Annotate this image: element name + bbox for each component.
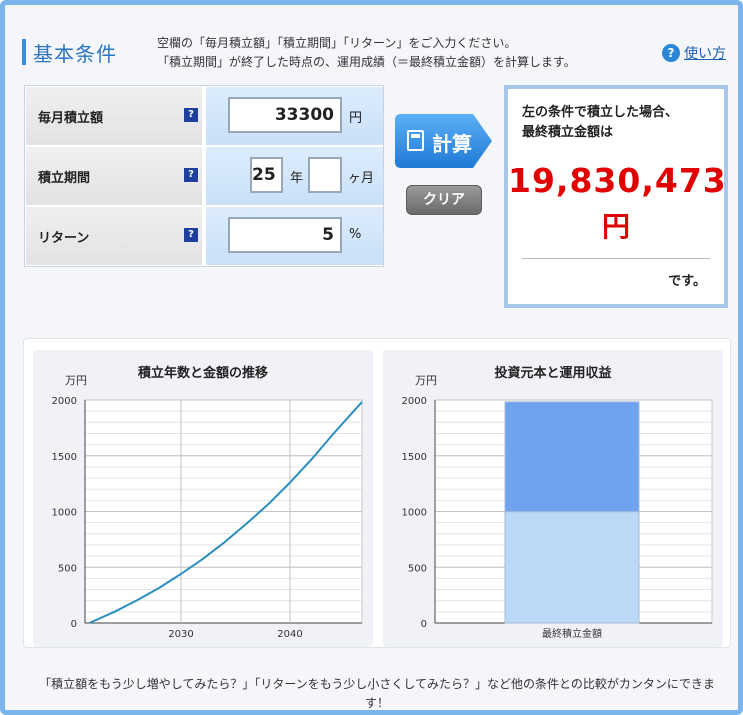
monthly-label-cell: 毎月積立額 ? bbox=[26, 87, 204, 145]
result-tail: です。 bbox=[668, 274, 706, 289]
instructions-line-1: 空欄の「毎月積立額」「積立期間」「リターン」をご入力ください。 bbox=[157, 36, 517, 50]
y-tick-label: 500 bbox=[408, 563, 427, 574]
bar-return bbox=[504, 401, 640, 513]
question-icon[interactable]: ? bbox=[184, 168, 198, 182]
period-value-cell: 25 年 ヶ月 bbox=[206, 147, 383, 205]
y-tick-label: 1500 bbox=[52, 452, 77, 463]
bar-principal bbox=[504, 511, 640, 624]
x-tick-label: 2040 bbox=[277, 629, 302, 640]
y-tick-label: 0 bbox=[71, 619, 77, 630]
result-lead: 左の条件で積立した場合、 最終積立金額は bbox=[522, 103, 678, 143]
return-label-cell: リターン ? bbox=[26, 207, 204, 265]
monthly-amount-input[interactable]: 33300 bbox=[228, 97, 342, 133]
calculator-panel: 基本条件 空欄の「毎月積立額」「積立期間」「リターン」をご入力ください。 「積立… bbox=[0, 0, 743, 715]
result-lead-line-2: 最終積立金額は bbox=[522, 125, 614, 140]
result-lead-line-1: 左の条件で積立した場合、 bbox=[522, 105, 679, 120]
final-amount: 19,830,473 bbox=[508, 161, 727, 200]
months-unit: ヶ月 bbox=[348, 171, 375, 186]
period-label-cell: 積立期間 ? bbox=[26, 147, 204, 205]
title-accent-bar bbox=[22, 39, 26, 65]
x-category-label: 最終積立金額 bbox=[542, 627, 602, 640]
bar-chart-plot: 0 500 1000 1500 2000 最終積立金額 bbox=[402, 396, 713, 640]
footer-note: 「積立額をもう少し増やしてみたら？」「リターンをもう少し小さくしてみたら？」など… bbox=[27, 675, 727, 713]
instructions: 空欄の「毎月積立額」「積立期間」「リターン」をご入力ください。 「積立期間」が終… bbox=[157, 34, 576, 72]
return-input[interactable]: 5 bbox=[228, 217, 342, 253]
months-input[interactable] bbox=[308, 157, 342, 193]
section-title: 基本条件 bbox=[33, 42, 117, 66]
line-chart: 積立年数と金額の推移 万円 0 500 1000 1500 2000 2030 2040 bbox=[33, 350, 373, 647]
help-link[interactable]: ? 使い方 bbox=[662, 43, 726, 63]
calculate-label[interactable]: 計算 bbox=[432, 128, 472, 157]
row-period: 積立期間 ? 25 年 ヶ月 bbox=[25, 146, 383, 205]
line-chart-plot: 0 500 1000 1500 2000 2030 2040 bbox=[52, 396, 363, 640]
footer-line-2: す！ bbox=[364, 696, 389, 710]
yen-unit: 円 bbox=[349, 111, 363, 126]
period-label: 積立期間 bbox=[38, 171, 91, 186]
footer-line-1: 「積立額をもう少し増やしてみたら？」「リターンをもう少し小さくしてみたら？」など… bbox=[39, 677, 715, 691]
help-link-label[interactable]: 使い方 bbox=[684, 43, 726, 63]
years-unit: 年 bbox=[290, 171, 304, 186]
final-amount-unit: 円 bbox=[601, 210, 630, 243]
result-divider bbox=[522, 258, 710, 259]
question-icon[interactable]: ? bbox=[184, 228, 198, 242]
y-tick-label: 2000 bbox=[402, 396, 427, 407]
charts-area: 積立年数と金額の推移 万円 0 500 1000 1500 2000 2030 2040 投… bbox=[23, 338, 731, 648]
y-tick-label: 2000 bbox=[52, 396, 77, 407]
row-return: リターン ? 5 % bbox=[25, 206, 383, 265]
instructions-line-2: 「積立期間」が終了した時点の、運用成績（＝最終積立金額）を計算します。 bbox=[157, 55, 576, 69]
result-box: 左の条件で積立した場合、 最終積立金額は 19,830,473 円 です。 bbox=[504, 85, 728, 308]
row-monthly: 毎月積立額 ? 33300 円 bbox=[25, 86, 383, 145]
question-icon[interactable]: ? bbox=[184, 108, 198, 122]
return-label: リターン bbox=[38, 231, 90, 246]
calculator-icon[interactable] bbox=[407, 130, 424, 151]
percent-unit: % bbox=[349, 227, 362, 242]
calculate-button[interactable]: 計算 bbox=[395, 114, 493, 168]
input-table: 毎月積立額 ? 33300 円 積立期間 ? 25 年 ヶ月 リターン ? 5 … bbox=[24, 85, 384, 267]
y-tick-label: 1500 bbox=[402, 452, 427, 463]
monthly-label: 毎月積立額 bbox=[38, 111, 104, 126]
y-tick-label: 0 bbox=[421, 619, 427, 630]
return-value-cell: 5 % bbox=[206, 207, 383, 265]
clear-button[interactable]: クリア bbox=[406, 185, 482, 215]
years-input[interactable]: 25 bbox=[250, 157, 283, 193]
y-tick-label: 1000 bbox=[52, 508, 77, 519]
bar-chart: 投資元本と運用収益 万円 0 500 1000 1500 2000 最終積立金額 bbox=[383, 350, 723, 647]
y-tick-label: 1000 bbox=[402, 508, 427, 519]
y-tick-label: 500 bbox=[58, 563, 77, 574]
monthly-value-cell: 33300 円 bbox=[206, 87, 383, 145]
x-tick-label: 2030 bbox=[168, 629, 193, 640]
help-icon[interactable]: ? bbox=[662, 44, 680, 62]
